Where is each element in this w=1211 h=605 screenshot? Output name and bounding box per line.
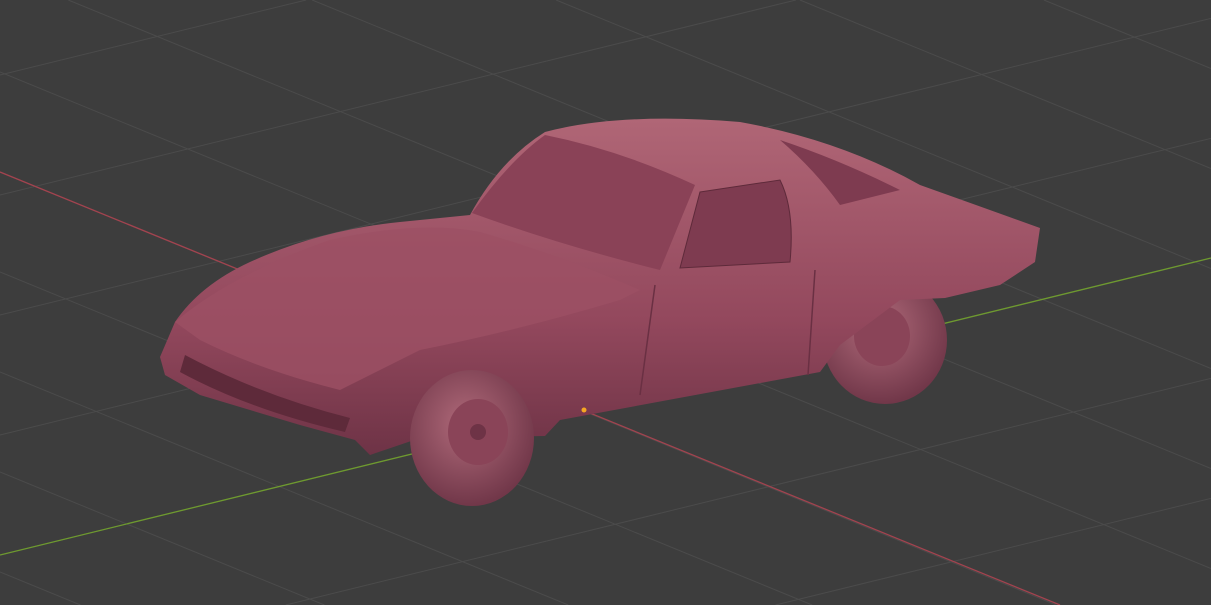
3d-viewport[interactable] [0,0,1211,605]
front-hub-cap [470,424,486,440]
object-origin-point[interactable] [581,407,587,413]
